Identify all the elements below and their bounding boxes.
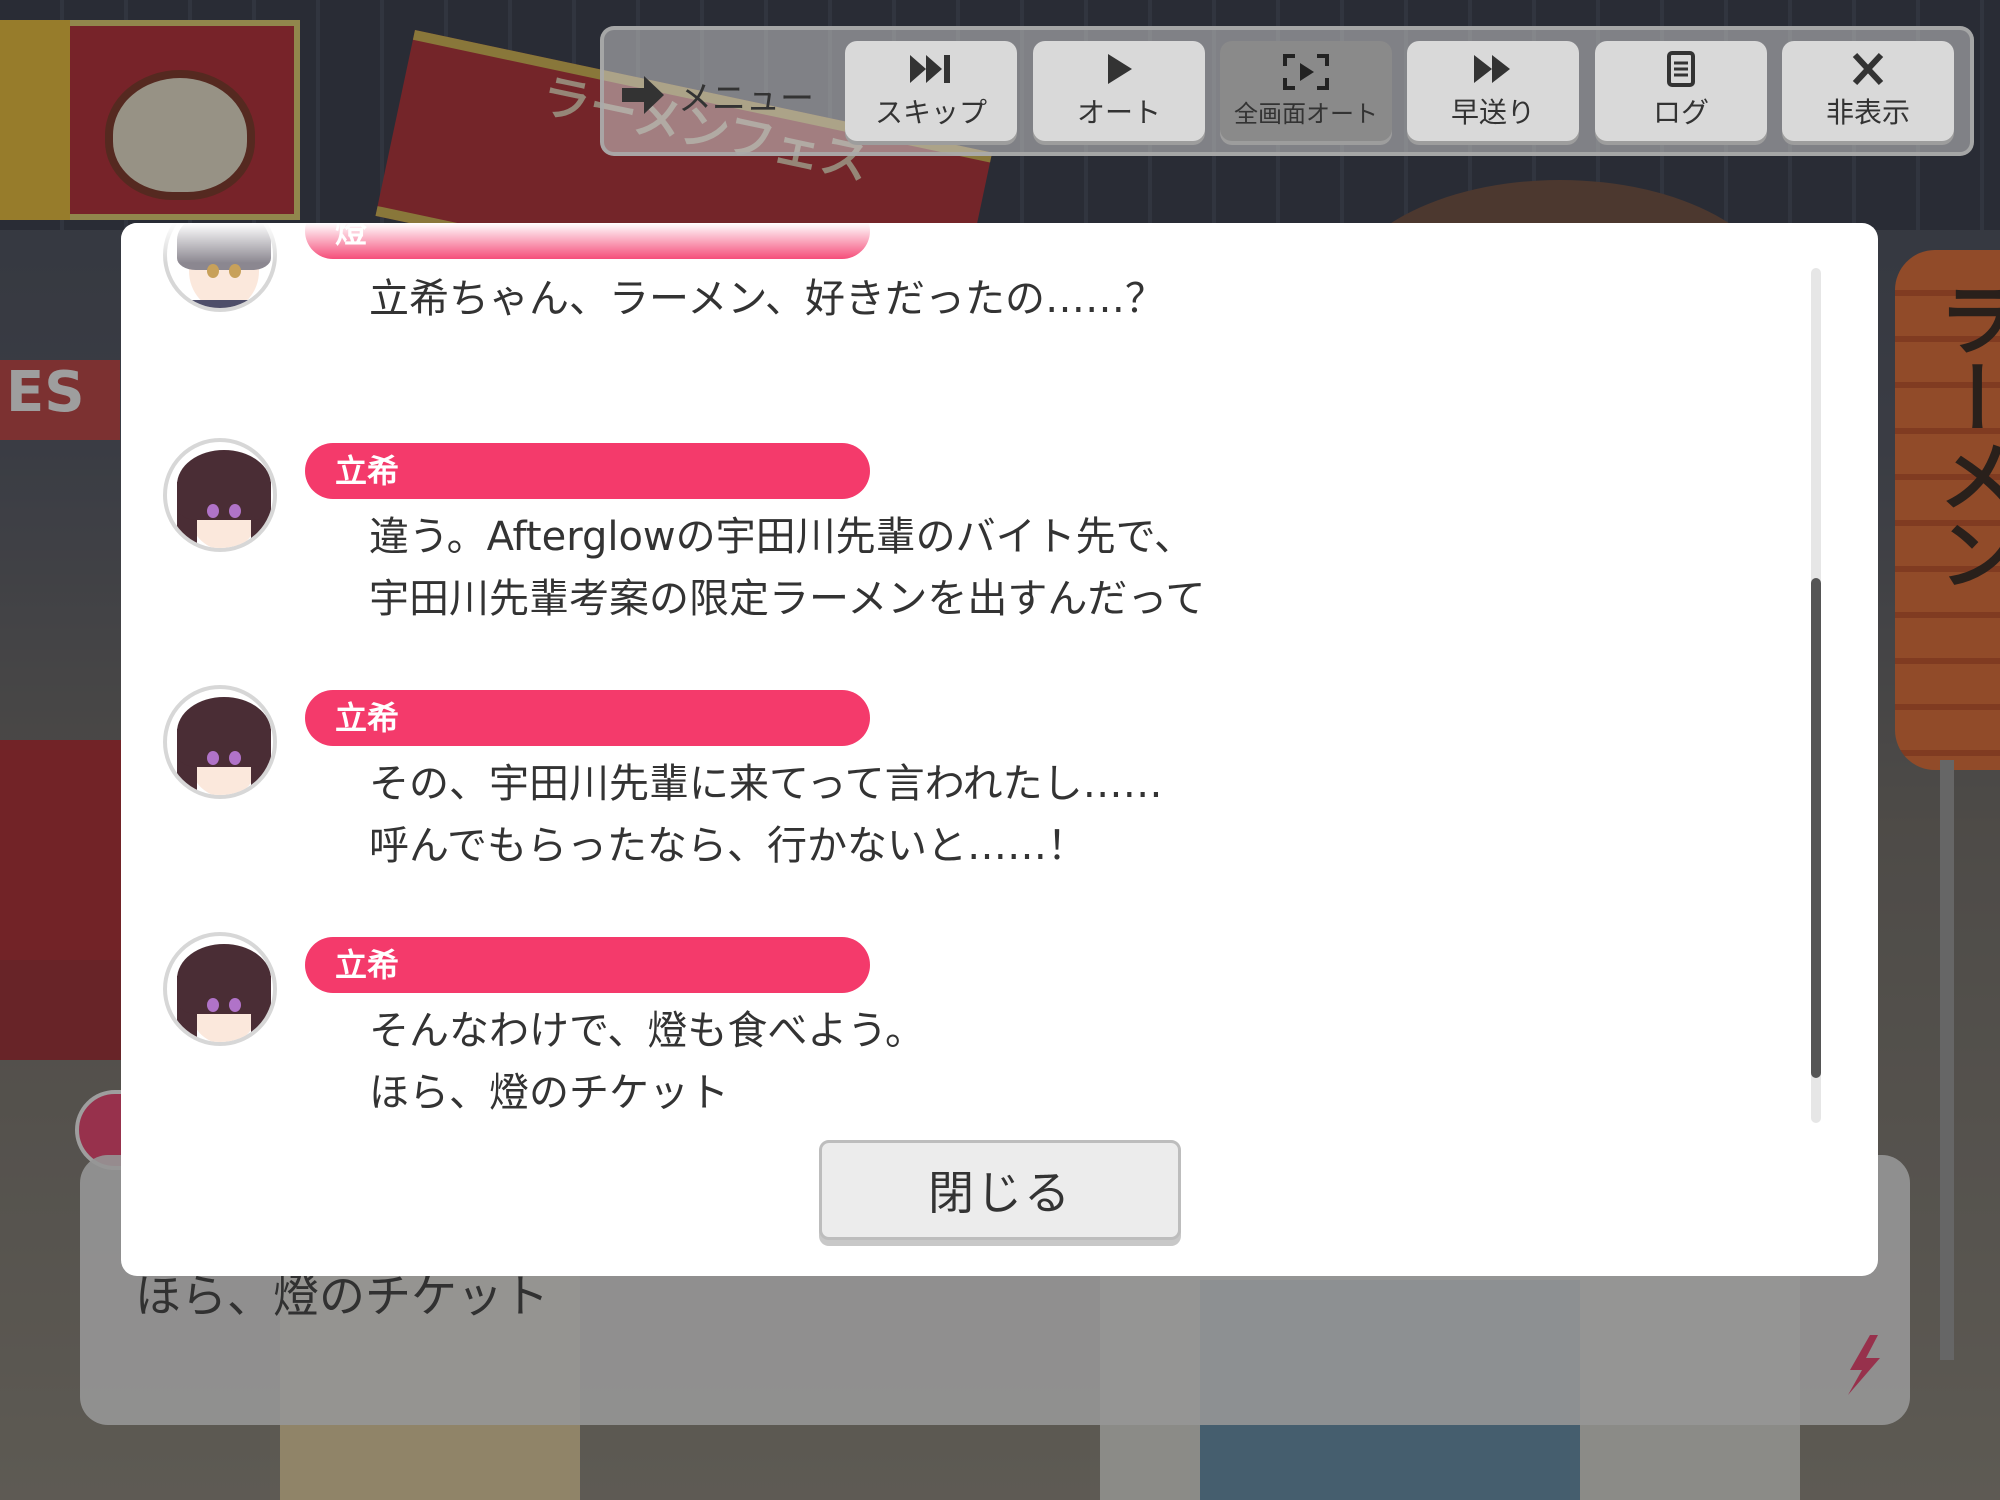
fast-forward-button[interactable]: 早送り bbox=[1407, 41, 1579, 141]
fullscreen-auto-icon bbox=[1283, 53, 1329, 90]
speaker-name: 立希 bbox=[305, 443, 870, 499]
fast-forward-label: 早送り bbox=[1450, 96, 1535, 129]
avatar-rikki bbox=[163, 438, 277, 552]
hide-label: 非表示 bbox=[1825, 96, 1910, 129]
log-text: その、宇田川先輩に来てって言われたし…… 呼んでもらったなら、行かないと……！ bbox=[369, 761, 1163, 869]
log-modal: 燈 立希ちゃん、ラーメン、好きだったの……？ 立希 違う。Afterglowの宇… bbox=[121, 223, 1878, 1276]
log-list[interactable]: 燈 立希ちゃん、ラーメン、好きだったの……？ 立希 違う。Afterglowの宇… bbox=[121, 223, 1821, 1123]
log-text: 立希ちゃん、ラーメン、好きだったの……？ bbox=[369, 276, 1165, 322]
close-x-icon bbox=[1852, 52, 1884, 86]
speaker-name: 立希 bbox=[305, 690, 870, 746]
auto-label: オート bbox=[1076, 96, 1161, 129]
fast-forward-icon bbox=[1474, 55, 1510, 83]
log-text: 違う。Afterglowの宇田川先輩のバイト先で、 宇田川先輩考案の限定ラーメン… bbox=[369, 514, 1206, 622]
fullscreen-auto-button[interactable]: 全画面オート bbox=[1220, 41, 1392, 141]
skip-icon bbox=[910, 55, 950, 83]
log-text: そんなわけで、燈も食べよう。 ほら、燈のチケット bbox=[369, 1008, 925, 1116]
arrow-right-icon bbox=[622, 76, 664, 114]
play-icon bbox=[1108, 54, 1132, 84]
skip-button[interactable]: スキップ bbox=[845, 41, 1017, 141]
avatar-rikki bbox=[163, 685, 277, 799]
menu-button[interactable]: メニュー bbox=[620, 50, 840, 140]
skip-label: スキップ bbox=[874, 96, 987, 129]
hide-button[interactable]: 非表示 bbox=[1782, 41, 1954, 141]
avatar-rikki bbox=[163, 932, 277, 1046]
scrollbar-thumb[interactable] bbox=[1811, 578, 1821, 1078]
menu-label: メニュー bbox=[678, 78, 814, 119]
log-icon bbox=[1667, 51, 1695, 87]
log-label: ログ bbox=[1652, 96, 1709, 129]
close-button[interactable]: 閉じる bbox=[819, 1140, 1181, 1240]
scroll-fade bbox=[121, 223, 1821, 263]
fullscreen-auto-label: 全画面オート bbox=[1234, 99, 1378, 128]
log-button[interactable]: ログ bbox=[1595, 41, 1767, 141]
auto-button[interactable]: オート bbox=[1033, 41, 1205, 141]
speaker-name: 立希 bbox=[305, 937, 870, 993]
